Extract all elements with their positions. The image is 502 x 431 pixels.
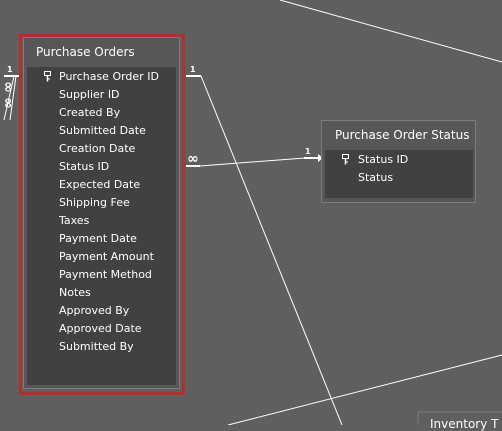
table-title[interactable]: Purchase Orders [36, 45, 135, 59]
field-payment-date[interactable]: Payment Date [59, 232, 137, 246]
relationship-line-top-right [279, 0, 502, 63]
field-payment-amount[interactable]: Payment Amount [59, 250, 154, 264]
purchase-order-status-table[interactable]: Purchase Order Status Status ID Status [321, 120, 476, 203]
field-supplier-id[interactable]: Supplier ID [59, 88, 120, 102]
field-status[interactable]: Status [358, 171, 393, 185]
field-approved-date[interactable]: Approved Date [59, 322, 142, 336]
field-submitted-by[interactable]: Submitted By [59, 340, 134, 354]
cardinality-one-label: 1 [305, 147, 311, 156]
field-shipping-fee[interactable]: Shipping Fee [59, 196, 130, 210]
field-approved-by[interactable]: Approved By [59, 304, 129, 318]
relationship-diagram-canvas[interactable]: Purchase Orders Purchase Order ID Suppli… [0, 0, 502, 431]
field-creation-date[interactable]: Creation Date [59, 142, 135, 156]
table-title[interactable]: Purchase Order Status [335, 128, 469, 142]
relationship-line-bottom [227, 354, 502, 425]
field-expected-date[interactable]: Expected Date [59, 178, 140, 192]
partial-table-title[interactable]: Inventory T [430, 417, 498, 431]
field-created-by[interactable]: Created By [59, 106, 120, 120]
cardinality-one-label: 1 [7, 65, 13, 74]
primary-key-icon [44, 71, 51, 82]
cardinality-many-label: ∞ [187, 151, 199, 167]
relationship-line-status [199, 157, 306, 167]
cardinality-one-label: 1 [190, 65, 196, 74]
field-status-id[interactable]: Status ID [358, 153, 408, 167]
primary-key-icon [342, 154, 349, 165]
field-submitted-date[interactable]: Submitted Date [59, 124, 146, 138]
field-payment-method[interactable]: Payment Method [59, 268, 152, 282]
field-status-id[interactable]: Status ID [59, 160, 109, 174]
field-list: Purchase Order ID Supplier ID Created By… [27, 67, 176, 385]
cardinality-many-label: ∞ [0, 81, 16, 93]
field-taxes[interactable]: Taxes [59, 214, 89, 228]
field-list: Status ID Status [325, 150, 473, 198]
field-notes[interactable]: Notes [59, 286, 91, 300]
field-purchase-order-id[interactable]: Purchase Order ID [59, 70, 159, 84]
cardinality-many-label: ∞ [0, 97, 16, 109]
purchase-orders-table[interactable]: Purchase Orders Purchase Order ID Suppli… [23, 37, 180, 389]
